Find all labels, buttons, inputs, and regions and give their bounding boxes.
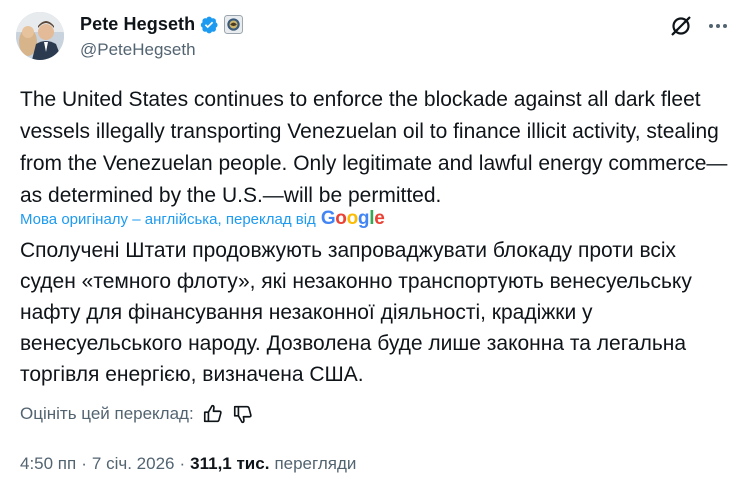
author-name-row[interactable]: Pete Hegseth [80, 14, 244, 35]
more-options-icon[interactable] [706, 14, 730, 38]
rate-translation-row: Оцініть цей переклад: [20, 403, 254, 425]
views-count[interactable]: 311,1 тис. [190, 454, 269, 474]
rate-translation-label: Оцініть цей переклад: [20, 404, 194, 423]
translation-note[interactable]: Мова оригіналу – англійська, переклад ві… [20, 207, 385, 231]
tweet-time[interactable]: 4:50 пп [20, 454, 76, 474]
tweet-date[interactable]: 7 січ. 2026 [92, 454, 175, 474]
author-handle[interactable]: @PeteHegseth [80, 40, 196, 60]
avatar[interactable] [16, 12, 64, 60]
google-logo: Google [320, 208, 385, 229]
translated-text: Сполучені Штати продовжують запроваджува… [20, 239, 692, 386]
tweet-meta: 4:50 пп · 7 січ. 2026 · 311,1 тис. перег… [20, 454, 356, 474]
thumbs-down-icon[interactable] [232, 403, 254, 425]
thumbs-up-icon[interactable] [202, 403, 224, 425]
tweet-text: The United States continues to enforce t… [20, 88, 728, 207]
translation-note-label[interactable]: Мова оригіналу – англійська, переклад ві… [20, 211, 316, 228]
views-label[interactable]: перегляди [274, 454, 356, 474]
verified-badge-icon [201, 16, 218, 33]
author-name[interactable]: Pete Hegseth [80, 14, 195, 35]
government-seal-icon[interactable] [224, 15, 244, 34]
meta-separator: · [81, 454, 87, 473]
grok-icon[interactable] [669, 14, 693, 38]
meta-separator: · [179, 454, 186, 473]
